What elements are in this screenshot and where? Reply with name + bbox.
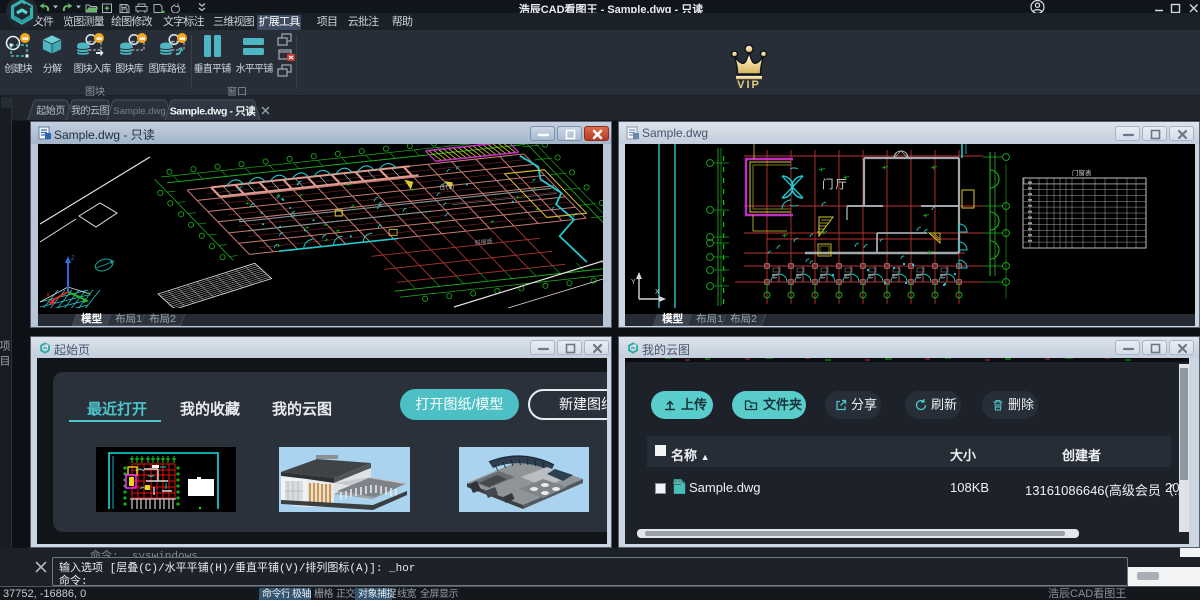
svg-text:VIP: VIP — [737, 79, 761, 90]
svg-text:X: X — [46, 293, 50, 299]
svg-text:Y: Y — [631, 279, 636, 286]
svg-text:DWG: DWG — [673, 481, 681, 485]
svg-text:X: X — [655, 289, 660, 296]
svg-text:门厅: 门厅 — [822, 177, 849, 191]
svg-text:Sample.dwg - 只读: Sample.dwg - 只读 — [170, 105, 256, 118]
svg-text:Sample.dwg: Sample.dwg — [113, 106, 165, 117]
svg-text:门窗表: 门窗表 — [1072, 168, 1092, 177]
svg-text:Z: Z — [71, 256, 75, 262]
svg-text:起始页: 起始页 — [36, 104, 65, 117]
svg-text:Y: Y — [88, 292, 92, 298]
svg-text:我的云图: 我的云图 — [71, 104, 109, 117]
